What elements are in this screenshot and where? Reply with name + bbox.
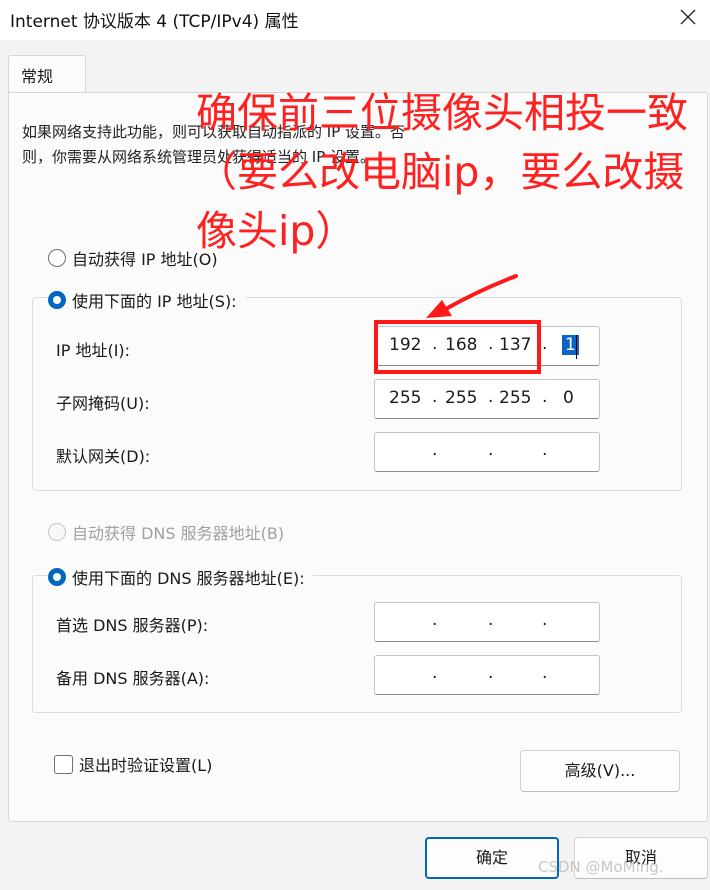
- octet-separator: .: [488, 440, 494, 460]
- validate-on-exit-label: 退出时验证设置(L): [79, 756, 213, 775]
- advanced-button[interactable]: 高级(V)...: [520, 750, 680, 792]
- close-icon: [680, 9, 696, 25]
- title-bar: Internet 协议版本 4 (TCP/IPv4) 属性: [0, 0, 710, 40]
- tab-general[interactable]: 常规: [8, 55, 86, 93]
- radio-manual-dns[interactable]: 使用下面的 DNS 服务器地址(E):: [48, 565, 313, 589]
- radio-auto-ip-circle[interactable]: [48, 249, 66, 267]
- tab-general-label: 常规: [21, 67, 54, 86]
- ip-address-label: IP 地址(I):: [56, 341, 131, 360]
- radio-manual-dns-label: 使用下面的 DNS 服务器地址(E):: [72, 569, 305, 588]
- radio-manual-ip-circle[interactable]: [48, 291, 66, 309]
- default-gateway-field[interactable]: . . .: [374, 432, 600, 472]
- alternate-dns-field[interactable]: . . .: [374, 655, 600, 695]
- preferred-dns-label: 首选 DNS 服务器(P):: [56, 616, 209, 635]
- subnet-mask-octet-1: 255: [389, 388, 422, 408]
- radio-manual-ip-label: 使用下面的 IP 地址(S):: [72, 292, 237, 311]
- close-button[interactable]: [666, 0, 710, 36]
- octet-separator: .: [488, 663, 494, 683]
- subnet-mask-label: 子网掩码(U):: [56, 394, 150, 413]
- octet-separator: .: [542, 440, 548, 460]
- subnet-mask-octet-3: 255: [499, 388, 532, 408]
- octet-separator: .: [432, 387, 438, 407]
- radio-auto-dns-label: 自动获得 DNS 服务器地址(B): [72, 524, 285, 543]
- annotation-highlight-box: [374, 320, 541, 374]
- octet-separator: .: [542, 663, 548, 683]
- preferred-dns-field[interactable]: . . .: [374, 602, 600, 642]
- annotation-arrow-icon: [426, 274, 518, 318]
- octet-separator: .: [542, 387, 548, 407]
- default-gateway-label: 默认网关(D):: [56, 447, 151, 466]
- radio-auto-dns[interactable]: 自动获得 DNS 服务器地址(B): [48, 520, 284, 544]
- text-caret: [576, 335, 577, 359]
- octet-separator: .: [432, 610, 438, 630]
- radio-auto-ip[interactable]: 自动获得 IP 地址(O): [48, 246, 218, 270]
- alternate-dns-label: 备用 DNS 服务器(A):: [56, 669, 210, 688]
- subnet-mask-field[interactable]: 255 . 255 . 255 . 0: [374, 379, 600, 419]
- radio-auto-dns-circle[interactable]: [48, 523, 66, 541]
- radio-manual-dns-circle[interactable]: [48, 568, 66, 586]
- validate-on-exit-checkbox-row[interactable]: 退出时验证设置(L): [54, 752, 212, 776]
- octet-separator: .: [542, 610, 548, 630]
- watermark: CSDN @MoMing.: [538, 858, 664, 876]
- octet-separator: .: [432, 440, 438, 460]
- radio-manual-ip[interactable]: 使用下面的 IP 地址(S):: [48, 288, 245, 312]
- subnet-mask-octet-2: 255: [445, 388, 478, 408]
- octet-separator: .: [432, 663, 438, 683]
- octet-separator: .: [542, 334, 548, 354]
- octet-separator: .: [488, 387, 494, 407]
- annotation-text: 确保前三位摄像头相投一致（要么改电脑ip，要么改摄像头ip）: [196, 89, 688, 255]
- octet-separator: .: [488, 610, 494, 630]
- window-title: Internet 协议版本 4 (TCP/IPv4) 属性: [10, 12, 299, 32]
- subnet-mask-octet-4: 0: [563, 388, 574, 408]
- validate-on-exit-checkbox[interactable]: [54, 754, 73, 774]
